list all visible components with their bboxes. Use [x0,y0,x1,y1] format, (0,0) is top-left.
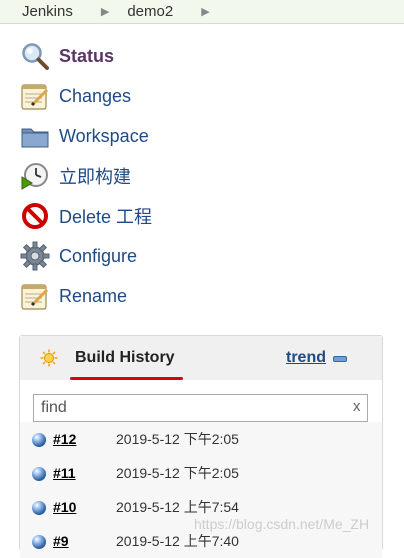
breadcrumb-jenkins[interactable]: Jenkins [0,3,73,20]
no-entry-icon [20,201,50,231]
gear-icon [20,241,50,271]
clock-play-icon [20,161,50,191]
status-ball-icon [32,467,46,481]
status-ball-icon [32,501,46,515]
find-input[interactable] [33,394,368,422]
build-date: 2019-5-12 上午7:54 [116,499,239,515]
search-icon [20,41,50,71]
build-row[interactable]: #11 2019-5-12 下午2:05 [20,456,382,490]
build-number-link[interactable]: #12 [53,431,76,447]
chevron-right-icon[interactable]: ▶ [101,5,109,18]
menu-item-label: 立即构建 [59,167,131,187]
collapse-minus-icon[interactable] [333,356,347,362]
menu-item-status[interactable]: Status [20,36,152,76]
build-row[interactable]: #12 2019-5-12 下午2:05 [20,422,382,456]
menu-item-build-now[interactable]: 立即构建 [20,156,152,196]
status-ball-icon [32,433,46,447]
build-date: 2019-5-12 下午2:05 [116,431,239,447]
menu-item-label: Status [59,45,115,66]
status-ball-icon [32,535,46,549]
build-date: 2019-5-12 上午7:40 [116,533,239,549]
trend-link[interactable]: trend [286,349,326,367]
menu-item-label: Workspace [59,125,149,146]
build-row[interactable]: #9 2019-5-12 上午7:40 [20,524,382,558]
build-date: 2019-5-12 下午2:05 [116,465,239,481]
folder-icon [20,121,50,151]
chevron-right-icon[interactable]: ▶ [201,5,209,18]
menu-item-label: Rename [59,285,128,306]
build-list: #12 2019-5-12 下午2:05 #11 2019-5-12 下午2:0… [20,422,382,558]
menu-item-delete-project[interactable]: Delete 工程 [20,196,152,236]
menu-item-workspace[interactable]: Workspace [20,116,152,156]
menu-item-configure[interactable]: Configure [20,236,152,276]
menu-item-changes[interactable]: Changes [20,76,152,116]
menu-item-label: Delete 工程 [59,207,153,227]
build-number-link[interactable]: #11 [53,465,76,481]
menu-item-label: Configure [59,245,138,266]
sun-icon [40,349,58,367]
build-history-header: Build History trend [20,336,382,380]
build-number-link[interactable]: #10 [53,499,76,515]
breadcrumb-demo2[interactable]: demo2 [127,3,173,20]
notepad-icon [20,81,50,111]
build-filter: x [20,380,382,422]
build-row[interactable]: #10 2019-5-12 上午7:54 [20,490,382,524]
menu-item-rename[interactable]: Rename [20,276,152,316]
menu-item-label: Changes [59,85,132,106]
breadcrumb: Jenkins ▶ demo2 ▶ [0,0,404,24]
notepad-icon [20,281,50,311]
clear-filter-icon[interactable]: x [353,398,361,415]
build-history-panel: Build History trend x #12 2019-5-12 下午2:… [19,335,383,558]
build-number-link[interactable]: #9 [53,533,69,549]
side-menu: Status Changes Workspace 立即构建 Delete 工程 … [20,36,152,316]
build-history-title: Build History [75,349,175,366]
